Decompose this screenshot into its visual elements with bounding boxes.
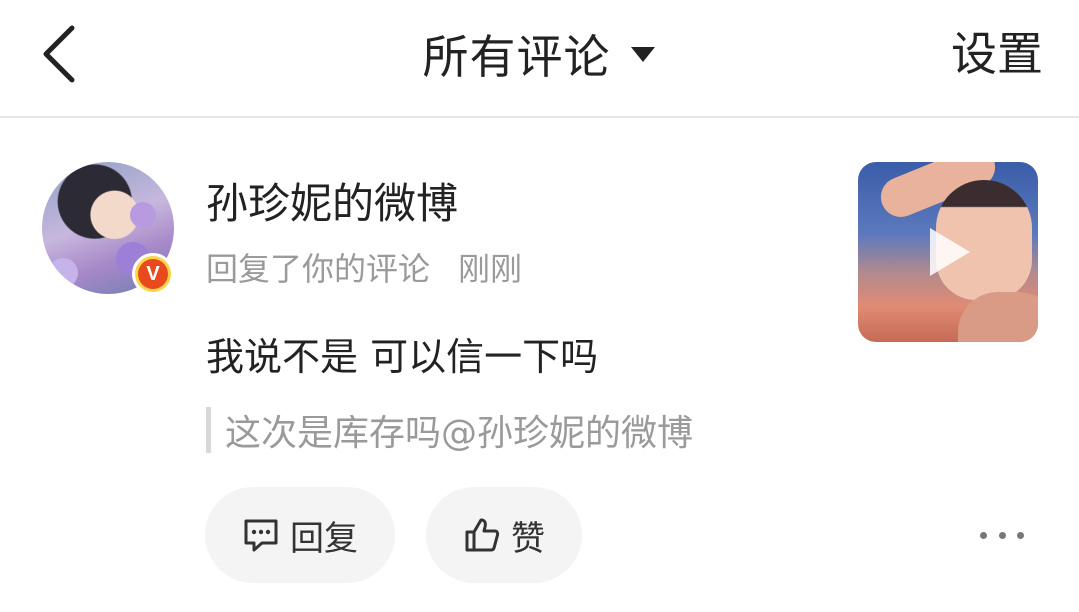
play-icon — [930, 228, 970, 276]
quoted-text: 这次是库存吗@孙珍妮的微博 — [225, 413, 694, 454]
comment-text: 我说不是 可以信一下吗 — [206, 335, 599, 379]
avatar-decoration — [130, 202, 156, 228]
page-title: 所有评论 — [422, 30, 611, 84]
caret-down-icon — [630, 47, 655, 62]
reply-label: 回复 — [290, 518, 358, 559]
top-bar: 所有评论 设置 — [0, 0, 1079, 118]
username[interactable]: 孙珍妮的微博 — [206, 170, 458, 231]
reply-button[interactable]: 回复 — [205, 487, 395, 583]
quote-bar — [206, 407, 211, 453]
comment-meta: 回复了你的评论 刚刚 — [206, 244, 522, 290]
settings-button[interactable]: 设置 — [951, 22, 1043, 86]
thumbs-up-icon — [465, 518, 500, 552]
post-thumbnail[interactable] — [858, 162, 1038, 342]
like-label: 赞 — [511, 518, 545, 559]
comment-icon — [244, 519, 278, 552]
more-icon[interactable] — [980, 520, 1024, 550]
avatar-decoration — [48, 258, 78, 288]
verified-badge: V — [132, 253, 174, 295]
filter-dropdown[interactable]: 所有评论 — [0, 22, 1079, 86]
action-text: 回复了你的评论 — [206, 250, 431, 288]
quoted-comment[interactable]: 这次是库存吗@孙珍妮的微博 — [206, 404, 693, 456]
like-button[interactable]: 赞 — [426, 487, 582, 583]
more-dot — [980, 531, 987, 539]
more-dot — [998, 531, 1006, 539]
more-dot — [1017, 531, 1024, 539]
timestamp: 刚刚 — [458, 250, 523, 288]
